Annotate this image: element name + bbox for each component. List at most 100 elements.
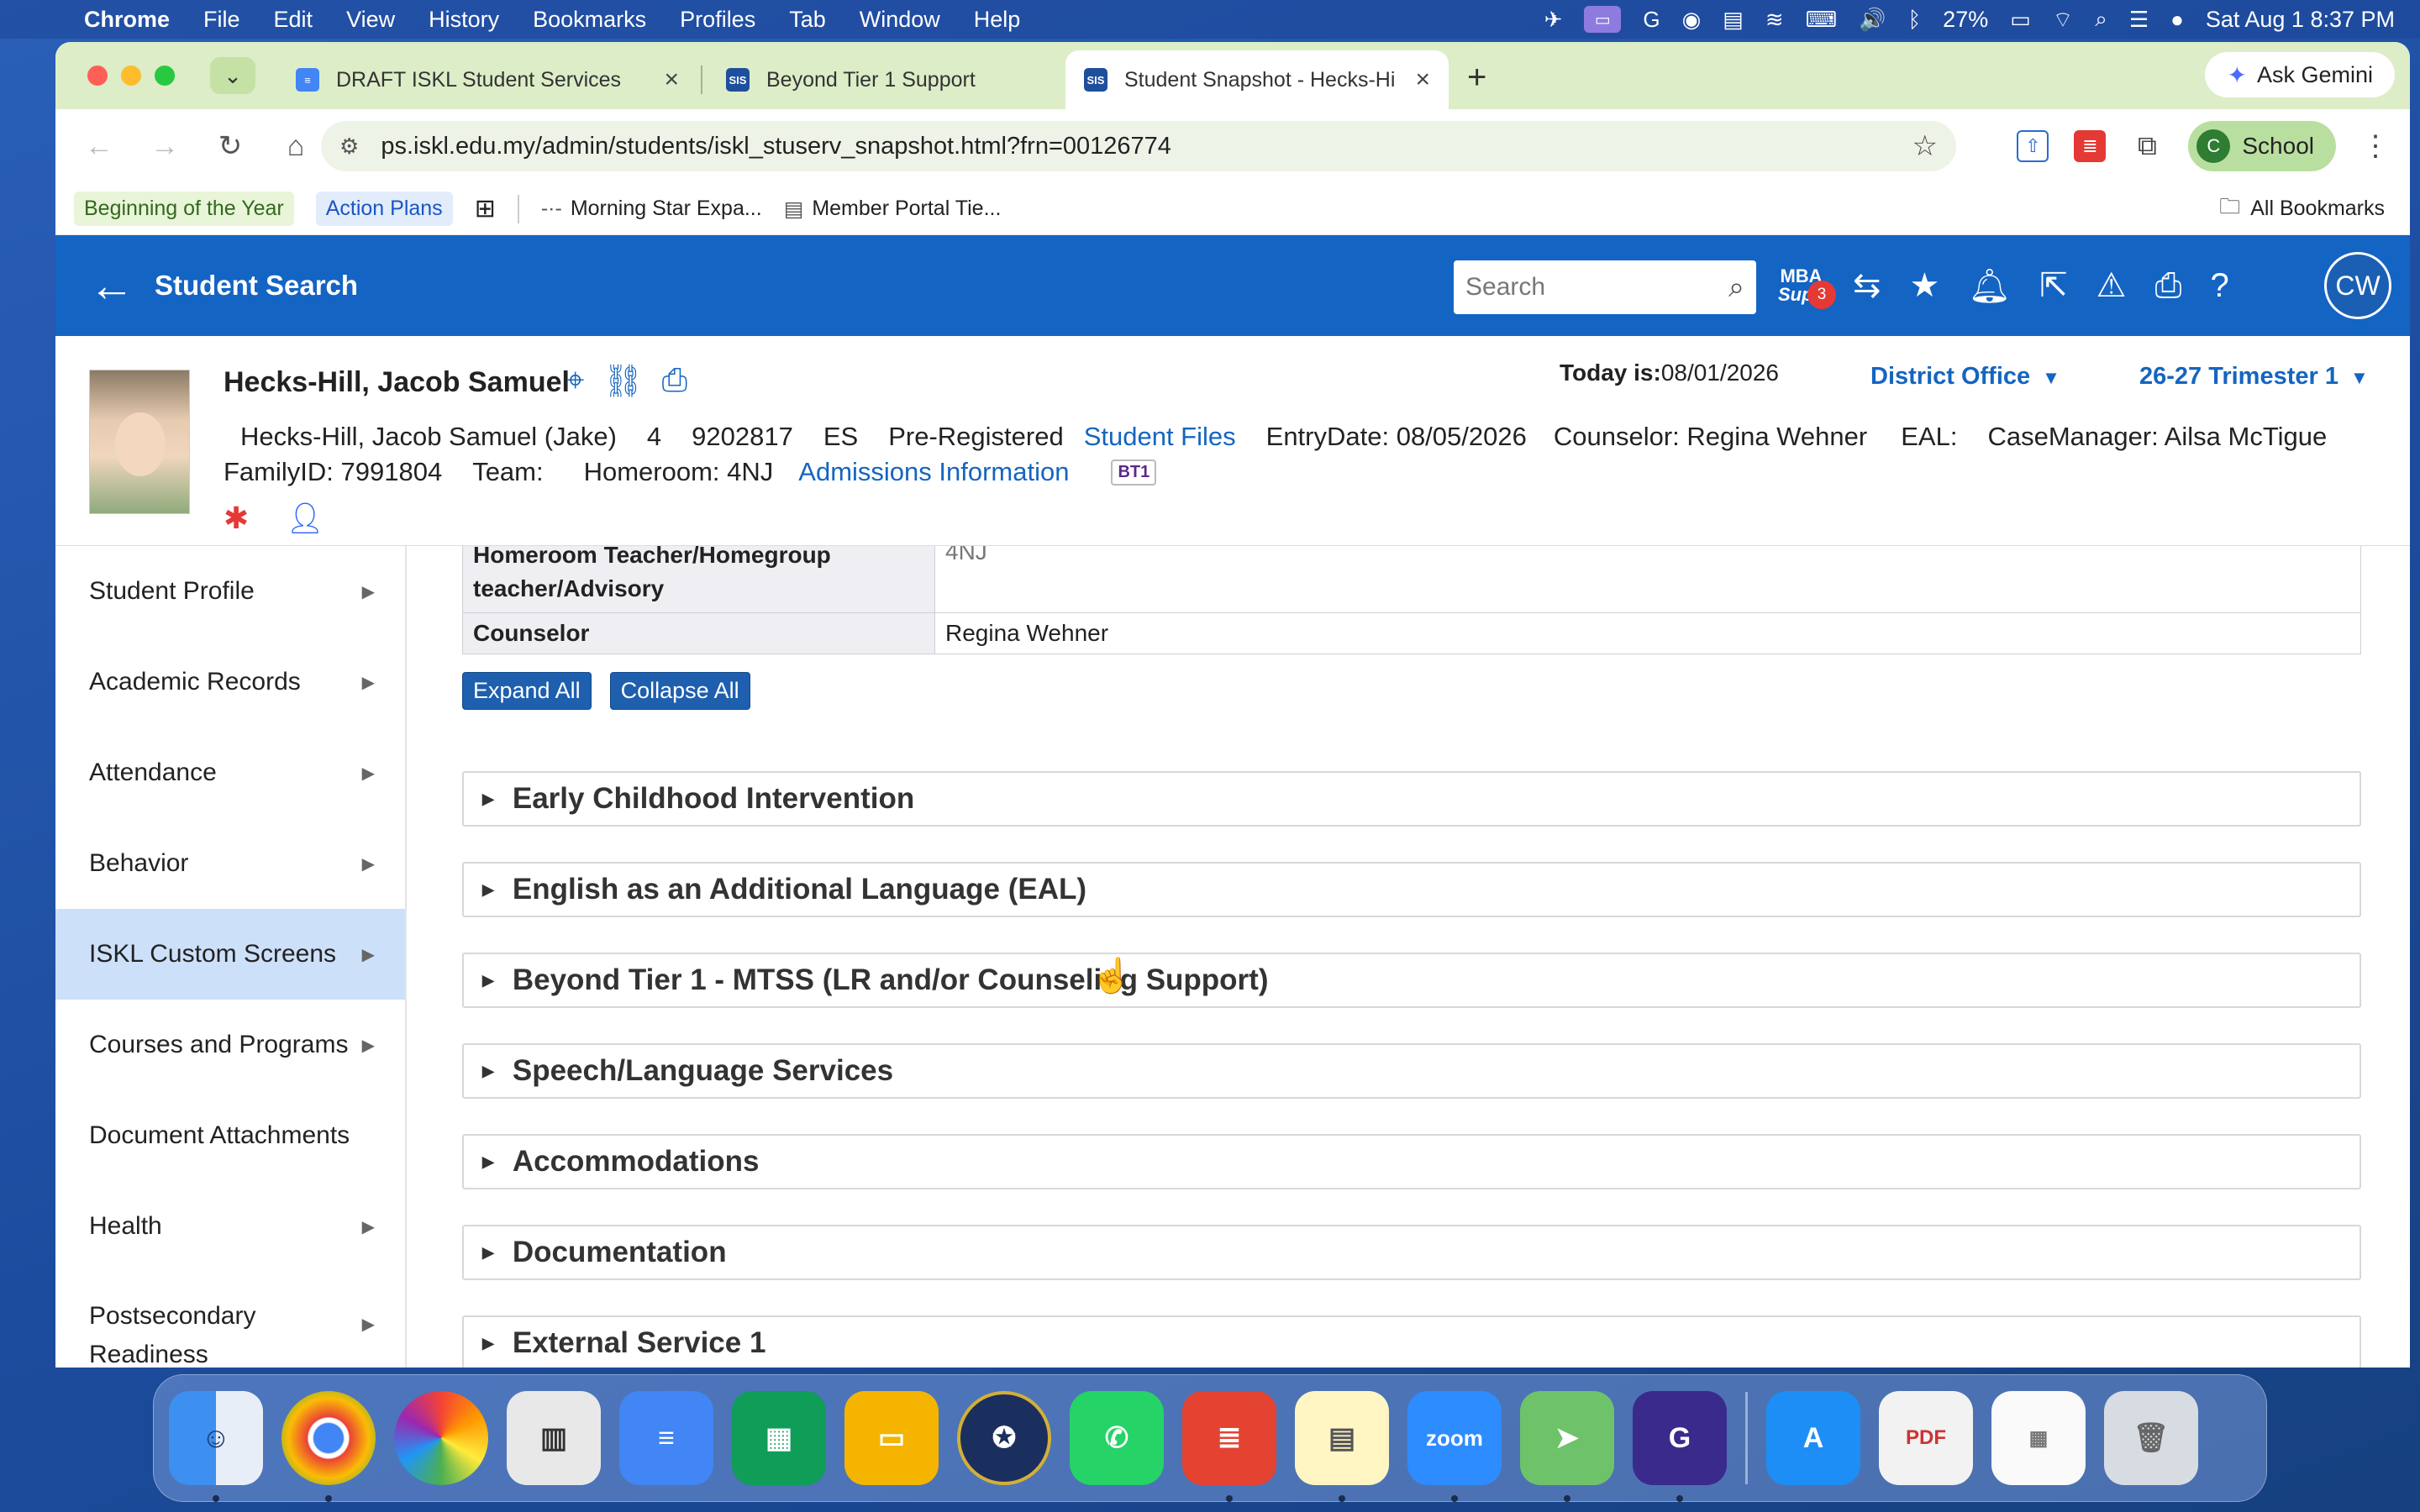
battery-icon[interactable]: ▭ bbox=[2010, 7, 2031, 33]
app-store-icon[interactable]: A bbox=[1766, 1391, 1860, 1485]
ask-gemini-button[interactable]: ✦ Ask Gemini bbox=[2205, 52, 2395, 97]
photos-icon[interactable] bbox=[394, 1391, 488, 1485]
google-sheets-icon[interactable]: ▦ bbox=[732, 1391, 826, 1485]
sidebar-item-attendance[interactable]: Attendance ▶ bbox=[55, 727, 405, 818]
keynote-icon[interactable]: ▥ bbox=[507, 1391, 601, 1485]
zoom-icon[interactable]: zoom bbox=[1407, 1391, 1502, 1502]
reload-icon[interactable]: ↻ bbox=[207, 129, 254, 163]
section-eal[interactable]: ▶ English as an Additional Language (EAL) bbox=[462, 862, 2361, 917]
extensions-puzzle-icon[interactable]: ⧉ bbox=[2131, 130, 2163, 162]
tab-draft-iskl[interactable]: ≡ DRAFT ISKL Student Services × bbox=[277, 50, 697, 109]
tab-search-chevron-icon[interactable]: ⌄ bbox=[210, 57, 255, 94]
maps-icon[interactable]: ➤ bbox=[1520, 1391, 1614, 1502]
menu-file[interactable]: File bbox=[203, 7, 240, 33]
menu-history[interactable]: History bbox=[429, 7, 499, 33]
zoom-window-button[interactable] bbox=[155, 66, 175, 86]
bluetooth-icon[interactable]: ᛒ bbox=[1908, 7, 1922, 33]
student-files-link[interactable]: Student Files bbox=[1084, 422, 1236, 452]
close-tab-icon[interactable]: × bbox=[1415, 66, 1430, 94]
section-early-childhood[interactable]: ▶ Early Childhood Intervention bbox=[462, 771, 2361, 827]
close-tab-icon[interactable]: × bbox=[664, 66, 679, 94]
minimize-window-button[interactable] bbox=[121, 66, 141, 86]
menubar-clock[interactable]: Sat Aug 1 8:37 PM bbox=[2206, 7, 2395, 33]
printer-icon[interactable]: ⎙ bbox=[2155, 267, 2182, 305]
sidebar-item-health[interactable]: Health ▶ bbox=[55, 1181, 405, 1272]
menu-bookmarks[interactable]: Bookmarks bbox=[533, 7, 646, 33]
sidebar-item-postsecondary[interactable]: Postsecondary Readiness ▶ bbox=[55, 1272, 405, 1368]
google-docs-icon[interactable]: ≡ bbox=[619, 1391, 713, 1485]
bookmark-star-icon[interactable]: ☆ bbox=[1912, 129, 1938, 163]
menu-help[interactable]: Help bbox=[974, 7, 1021, 33]
section-accommodations[interactable]: ▶ Accommodations bbox=[462, 1134, 2361, 1189]
notes-icon[interactable]: ▤ bbox=[1295, 1391, 1389, 1502]
swap-arrows-icon[interactable]: ⇆ bbox=[1853, 266, 1881, 305]
address-bar[interactable]: ⚙ ps.iskl.edu.my/admin/students/iskl_stu… bbox=[321, 121, 1956, 171]
bell-icon[interactable]: 🔔︎ bbox=[1968, 266, 2011, 306]
location-pin-icon[interactable]: ⌖ bbox=[566, 363, 584, 400]
menu-view[interactable]: View bbox=[346, 7, 395, 33]
family-tree-icon[interactable]: ⛓ bbox=[602, 363, 643, 400]
favorites-star-icon[interactable]: ★ bbox=[1910, 266, 1940, 305]
search-icon[interactable]: ⌕ bbox=[1728, 271, 1744, 304]
person-tag-icon[interactable]: 👤︎ bbox=[286, 501, 324, 536]
airplane-icon[interactable]: ✈ bbox=[1544, 7, 1563, 33]
sidebar-item-academic-records[interactable]: Academic Records ▶ bbox=[55, 637, 405, 727]
all-bookmarks[interactable]: 🗀 All Bookmarks bbox=[2219, 191, 2385, 227]
google-slides-icon[interactable]: ▭ bbox=[844, 1391, 939, 1485]
sidebar-item-document-attachments[interactable]: Document Attachments bbox=[55, 1090, 405, 1181]
bt1-badge[interactable]: BT1 bbox=[1111, 459, 1157, 486]
screen-share-icon[interactable]: ▭ bbox=[1584, 6, 1622, 33]
spotlight-icon[interactable]: ⌕ bbox=[2095, 6, 2107, 33]
bookmark-morning-star[interactable]: -·- Morning Star Expa... bbox=[541, 197, 762, 221]
grammarly-icon[interactable]: G bbox=[1643, 7, 1660, 33]
sidebar-item-behavior[interactable]: Behavior ▶ bbox=[55, 818, 405, 909]
volume-icon[interactable]: 🔊 bbox=[1859, 7, 1886, 33]
section-external-service-1[interactable]: ▶ External Service 1 bbox=[462, 1315, 2361, 1368]
section-beyond-tier-1[interactable]: ▶ Beyond Tier 1 - MTSS (LR and/or Counsel… bbox=[462, 953, 2361, 1008]
chrome-icon[interactable] bbox=[281, 1391, 376, 1502]
medical-alert-icon[interactable]: ✱ bbox=[224, 501, 249, 536]
message-tray-icon[interactable]: ▤ bbox=[1723, 7, 1744, 33]
wifi-icon[interactable]: ⌔ bbox=[2053, 6, 2073, 34]
bookmark-action-plans[interactable]: Action Plans bbox=[315, 192, 453, 226]
zoom-tray-icon[interactable]: ◉ bbox=[1682, 7, 1702, 33]
extension-upload-icon[interactable]: ⇧ bbox=[2017, 130, 2049, 162]
screenshot-thumbnail-icon[interactable]: ▦ bbox=[1991, 1391, 2086, 1485]
profile-button[interactable]: C School bbox=[2188, 121, 2336, 171]
sidebar-item-student-profile[interactable]: Student Profile ▶ bbox=[55, 546, 405, 637]
stack-tray-icon[interactable]: ≋ bbox=[1765, 7, 1784, 33]
kebab-menu-icon[interactable]: ⋮ bbox=[2361, 129, 2390, 163]
menu-profiles[interactable]: Profiles bbox=[680, 7, 755, 33]
sidebar-item-courses-programs[interactable]: Courses and Programs ▶ bbox=[55, 1000, 405, 1090]
site-info-icon[interactable]: ⚙ bbox=[339, 134, 359, 160]
warning-icon[interactable]: ⚠ bbox=[2096, 266, 2127, 305]
forward-icon[interactable]: → bbox=[141, 130, 188, 163]
new-tab-plus-icon[interactable]: + bbox=[1467, 59, 1486, 97]
menu-tab[interactable]: Tab bbox=[789, 7, 826, 33]
apps-grid-icon[interactable]: ⊞ bbox=[475, 194, 496, 223]
mba-support-icon[interactable]: MBA Supp 3 bbox=[1778, 267, 1836, 309]
siri-icon[interactable]: ● bbox=[2170, 7, 2184, 33]
menu-edit[interactable]: Edit bbox=[274, 7, 313, 33]
sidebar-item-iskl-custom-screens[interactable]: ISKL Custom Screens ▶ bbox=[55, 909, 405, 1000]
admissions-link[interactable]: Admissions Information bbox=[798, 457, 1069, 487]
todoist-extension-icon[interactable]: ≣ bbox=[2074, 130, 2107, 162]
menu-window[interactable]: Window bbox=[860, 7, 940, 33]
home-icon[interactable]: ⌂ bbox=[272, 130, 319, 163]
user-avatar[interactable]: CW bbox=[2324, 252, 2391, 319]
keyboard-tray-icon[interactable]: ⌨ bbox=[1806, 7, 1838, 33]
section-speech-language[interactable]: ▶ Speech/Language Services bbox=[462, 1043, 2361, 1099]
open-external-icon[interactable]: ⇱ bbox=[2039, 266, 2068, 305]
page-title[interactable]: Student Search bbox=[155, 270, 358, 302]
help-icon[interactable]: ? bbox=[2211, 267, 2229, 305]
finder-icon[interactable]: ☺ bbox=[169, 1391, 263, 1502]
pdf-document-icon[interactable]: PDF bbox=[1879, 1391, 1973, 1485]
tab-student-snapshot[interactable]: SIS Student Snapshot - Hecks-Hi × bbox=[1065, 50, 1449, 109]
whatsapp-icon[interactable]: ✆ bbox=[1070, 1391, 1164, 1485]
menu-app-name[interactable]: Chrome bbox=[84, 7, 170, 33]
control-center-icon[interactable]: ☰ bbox=[2129, 7, 2149, 33]
print-icon[interactable]: ⎙ bbox=[662, 363, 687, 400]
back-icon[interactable]: ← bbox=[76, 130, 123, 163]
collapse-all-button[interactable]: Collapse All bbox=[609, 672, 750, 710]
todoist-icon[interactable]: ≣ bbox=[1182, 1391, 1276, 1502]
